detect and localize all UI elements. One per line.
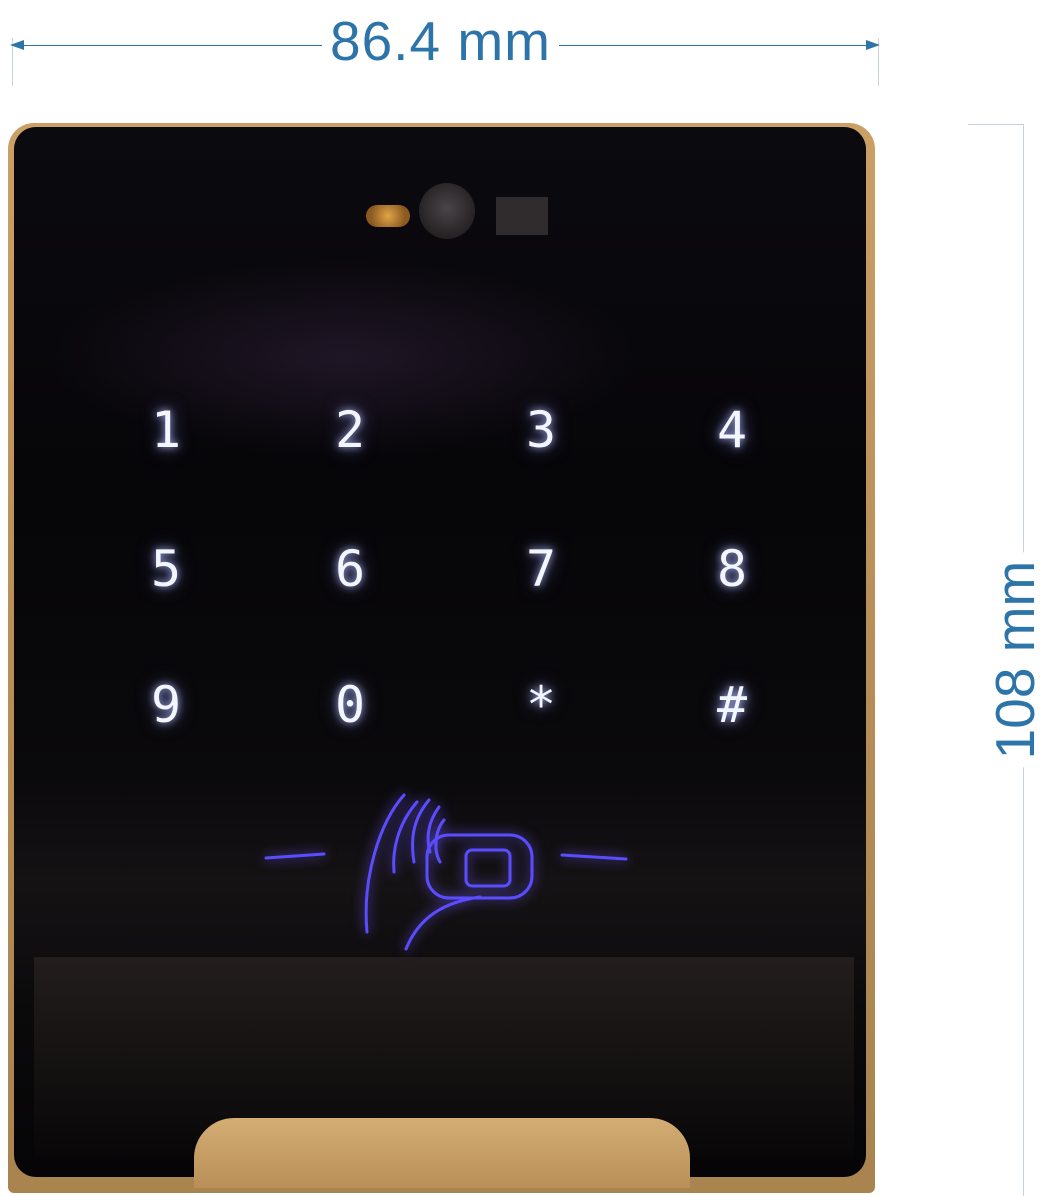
key-4[interactable]: 4	[697, 395, 767, 465]
key-0[interactable]: 0	[315, 670, 385, 740]
height-tick-top	[968, 124, 1024, 125]
key-6[interactable]: 6	[315, 534, 385, 604]
card-chip	[464, 848, 512, 888]
height-label: 108 mm	[984, 552, 1045, 768]
key-1[interactable]: 1	[131, 395, 201, 465]
keypad: 1 2 3 4 5 6 7 8 9 0 * #	[14, 127, 866, 827]
key-8[interactable]: 8	[697, 534, 767, 604]
signal-wave-inner	[434, 818, 446, 864]
key-hash[interactable]: #	[697, 670, 767, 740]
key-3[interactable]: 3	[506, 395, 576, 465]
rfid-card-icon	[264, 793, 628, 951]
arrow-right-icon	[866, 40, 880, 50]
key-star[interactable]: *	[506, 670, 576, 740]
card-outline	[425, 833, 534, 900]
width-label: 86.4 mm	[322, 6, 559, 76]
glass-panel: 1 2 3 4 5 6 7 8 9 0 * #	[14, 127, 866, 1177]
signal-wave-outer	[364, 793, 406, 934]
bottom-cutout	[194, 1118, 690, 1188]
key-7[interactable]: 7	[506, 534, 576, 604]
reader-line-left	[264, 852, 326, 860]
reader-line-right	[560, 853, 628, 861]
arrow-left-icon	[10, 40, 24, 50]
key-9[interactable]: 9	[131, 670, 201, 740]
key-5[interactable]: 5	[131, 534, 201, 604]
access-control-keypad: 1 2 3 4 5 6 7 8 9 0 * #	[8, 123, 875, 1193]
key-2[interactable]: 2	[315, 395, 385, 465]
hand-curve	[404, 895, 482, 951]
